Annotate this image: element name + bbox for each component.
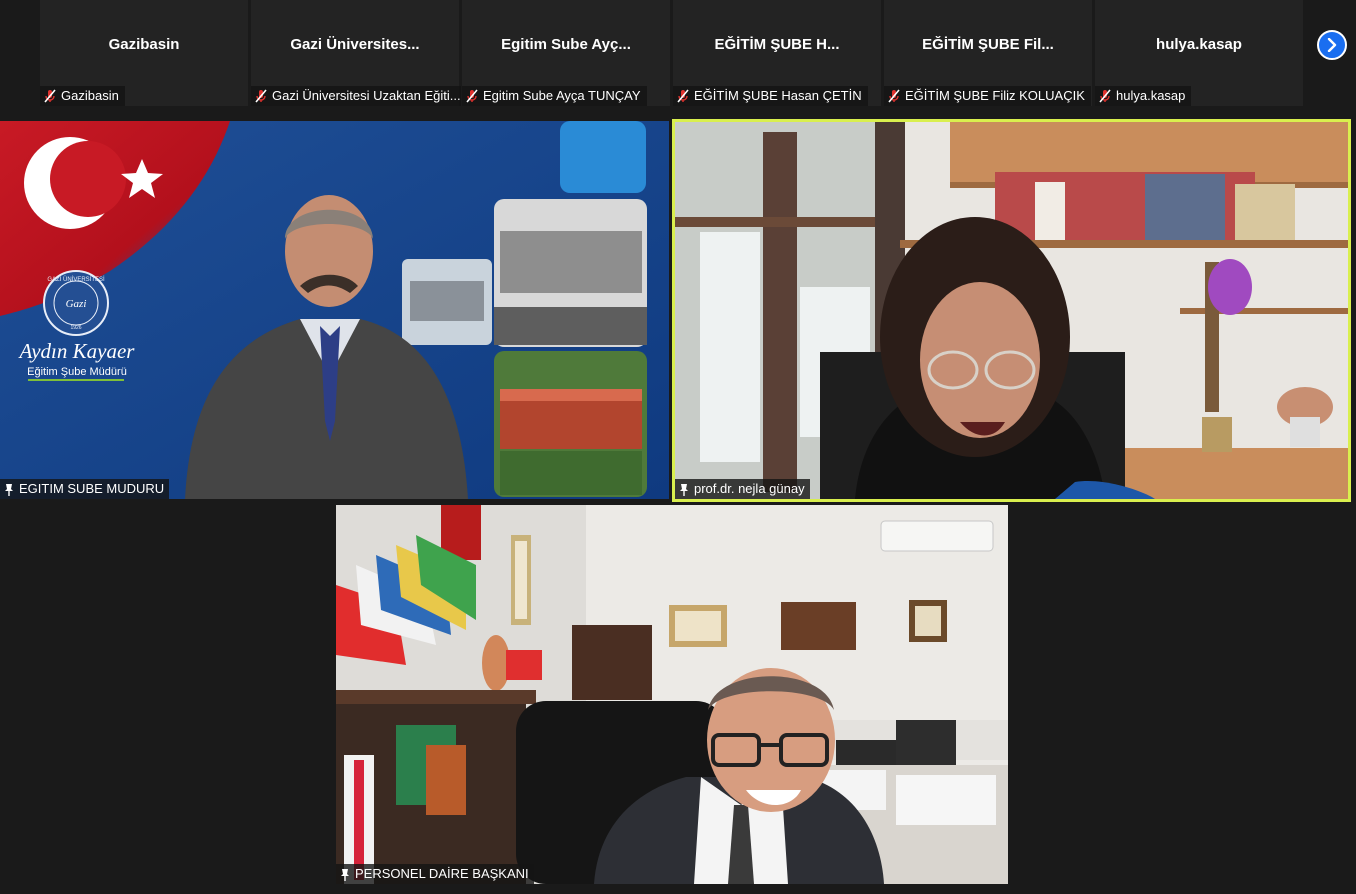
video-feed [675,122,1348,499]
chevron-right-icon [1327,38,1337,52]
mic-muted-icon [677,89,689,103]
svg-text:1926: 1926 [70,325,81,331]
participant-name: Egitim Sube Ayç... [501,36,631,53]
mic-muted-icon [466,89,478,103]
mic-muted-icon [1099,89,1111,103]
participant-thumb-hulya-kasap[interactable]: hulya.kasap hulya.kasap [1095,0,1303,106]
pin-icon [680,483,688,496]
nameplate-title: Eğitim Şube Müdürü [27,366,127,378]
svg-text:GAZİ ÜNİVERSİTESİ: GAZİ ÜNİVERSİTESİ [47,276,105,283]
svg-text:Gazi: Gazi [66,298,87,310]
video-tile-nejla-gunay[interactable]: prof.dr. nejla günay [672,119,1351,502]
video-tile-egitim-sube-muduru[interactable]: GAZİ ÜNİVERSİTESİ Gazi 1926 Aydın Kayaer… [0,121,669,499]
participant-label: hulya.kasap [1095,86,1192,106]
participant-label: Gazibasin [40,86,125,106]
participant-thumb-filiz-koluacik[interactable]: EĞİTİM ŞUBE Fil... EĞİTİM ŞUBE Filiz KOL… [884,0,1092,106]
mic-muted-icon [888,89,900,103]
mic-muted-icon [255,89,267,103]
participant-thumb-ayca-tuncay[interactable]: Egitim Sube Ayç... Egitim Sube Ayça TUNÇ… [462,0,670,106]
participant-thumb-gazibasin[interactable]: Gazibasin Gazibasin [40,0,248,106]
nameplate-name: Aydın Kayaer [18,339,136,363]
pin-icon [5,483,13,496]
participant-label: EĞİTİM ŞUBE Hasan ÇETİN [673,86,868,106]
participant-name: Gazibasin [108,36,180,53]
participant-thumb-hasan-cetin[interactable]: EĞİTİM ŞUBE H... EĞİTİM ŞUBE Hasan ÇETİN [673,0,881,106]
video-name-label: PERSONEL DAİRE BAŞKANI [336,864,534,884]
gazi-university-logo: GAZİ ÜNİVERSİTESİ Gazi 1926 [43,270,109,336]
participant-name: Gazi Üniversites... [290,36,420,53]
participant-label: EĞİTİM ŞUBE Filiz KOLUAÇIK [884,86,1091,106]
video-feed [336,505,1008,884]
next-page-button[interactable] [1317,30,1347,60]
video-name-label: prof.dr. nejla günay [675,479,810,499]
participant-thumb-gazi-uzem[interactable]: Gazi Üniversites... Gazi Üniversitesi Uz… [251,0,461,106]
mic-muted-icon [44,89,56,103]
pin-icon [341,868,349,881]
video-feed: GAZİ ÜNİVERSİTESİ Gazi 1926 Aydın Kayaer… [0,121,669,499]
participant-name: EĞİTİM ŞUBE Fil... [922,36,1054,53]
participant-name: EĞİTİM ŞUBE H... [714,36,840,53]
participant-label: Gazi Üniversitesi Uzaktan Eğiti... [251,86,461,106]
video-name-label: EGITIM SUBE MUDURU [0,479,170,499]
participant-name: hulya.kasap [1156,36,1242,53]
participant-label: Egitim Sube Ayça TUNÇAY [462,86,647,106]
video-tile-personel-daire-baskani[interactable]: PERSONEL DAİRE BAŞKANI [336,505,1008,884]
participant-strip: Gazibasin Gazibasin Gazi Üniversites... … [0,0,1356,110]
